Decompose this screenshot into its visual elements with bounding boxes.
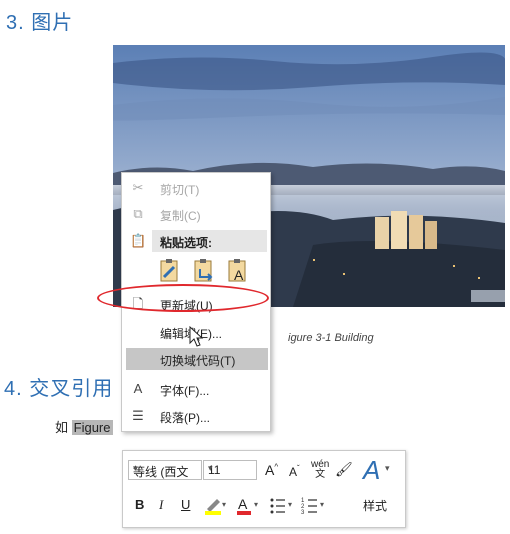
menu-item-font[interactable]: A 字体(F)... bbox=[122, 378, 270, 400]
mouse-cursor-icon bbox=[189, 326, 204, 347]
scissors-icon: ✂ bbox=[132, 180, 144, 195]
chevron-down-icon: ▾ bbox=[133, 463, 138, 473]
paste-keep-format-icon[interactable] bbox=[158, 257, 182, 283]
svg-text:▾: ▾ bbox=[254, 500, 258, 509]
font-icon: A bbox=[133, 381, 143, 396]
svg-text:▾: ▾ bbox=[288, 500, 292, 509]
grow-font-button[interactable]: A^ bbox=[265, 462, 278, 478]
figure-caption: igure 3-1 Building bbox=[288, 332, 374, 344]
svg-text:3: 3 bbox=[301, 510, 305, 515]
clipboard-icon: 📋 bbox=[130, 233, 147, 248]
format-painter-icon[interactable]: 🖌 bbox=[335, 461, 353, 478]
bullets-icon[interactable]: ▾ bbox=[269, 495, 295, 518]
selected-field-text[interactable]: Figure bbox=[71, 420, 113, 435]
chevron-down-icon: ▾ bbox=[208, 463, 213, 473]
paste-options-row: A bbox=[158, 257, 268, 285]
phonetic-guide-button[interactable]: wén 文 bbox=[311, 460, 329, 480]
paste-options-label-bg: 粘贴选项: bbox=[152, 230, 267, 252]
font-size-dropdown[interactable]: 11 ▾ bbox=[203, 460, 257, 480]
heading-section-3: 3. 图片 bbox=[6, 12, 74, 34]
shrink-font-button[interactable]: Aˇ bbox=[289, 464, 300, 479]
font-color-button[interactable]: A ▾ bbox=[235, 495, 261, 518]
styles-icon[interactable]: A bbox=[363, 455, 380, 486]
copy-icon: ⧉ bbox=[133, 206, 143, 221]
chevron-down-icon: ▾ bbox=[385, 463, 390, 473]
body-prefix: 如 bbox=[55, 420, 69, 435]
menu-item-toggle-field-codes[interactable]: 切换域代码(T) bbox=[126, 348, 268, 370]
menu-item-copy[interactable]: ⧉ 复制(C) bbox=[122, 203, 270, 225]
italic-button[interactable]: I bbox=[159, 497, 163, 513]
svg-text:A: A bbox=[234, 267, 244, 283]
font-name-dropdown[interactable]: 等线 (西文 ▾ bbox=[128, 460, 202, 480]
svg-text:▾: ▾ bbox=[222, 500, 226, 509]
highlighter-icon[interactable]: ▾ bbox=[203, 495, 229, 518]
paste-merge-icon[interactable] bbox=[192, 257, 216, 283]
body-paragraph[interactable]: 如 Figure bbox=[55, 417, 113, 436]
underline-button[interactable]: U bbox=[181, 497, 190, 512]
styles-label[interactable]: 样式 bbox=[363, 497, 387, 514]
mini-toolbar: 等线 (西文 ▾ 11 ▾ A^ Aˇ wén 文 🖌 A ▾ B I U ▾ A… bbox=[122, 450, 406, 528]
annotation-ellipse bbox=[97, 284, 269, 312]
svg-text:▾: ▾ bbox=[320, 500, 324, 509]
paste-text-only-icon[interactable]: A bbox=[226, 257, 250, 283]
svg-text:A: A bbox=[238, 496, 248, 512]
menu-item-paragraph[interactable]: ☰ 段落(P)... bbox=[122, 405, 270, 427]
numbering-icon[interactable]: 1 2 3 ▾ bbox=[301, 495, 327, 518]
paragraph-icon: ☰ bbox=[132, 408, 144, 423]
heading-section-4: 4. 交叉引用 bbox=[4, 378, 114, 400]
bold-button[interactable]: B bbox=[135, 497, 144, 512]
menu-item-cut[interactable]: ✂ 剪切(T) bbox=[122, 177, 270, 199]
